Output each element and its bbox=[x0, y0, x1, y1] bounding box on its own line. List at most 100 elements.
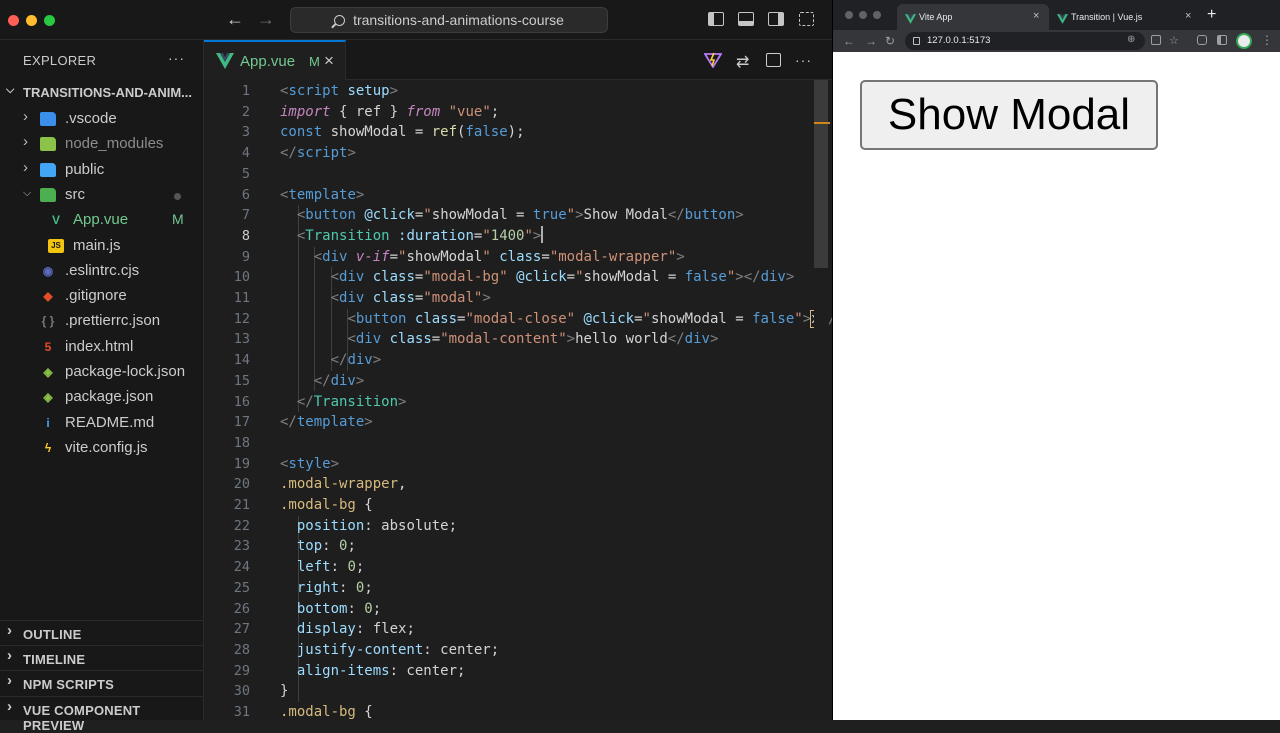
site-info-icon[interactable] bbox=[913, 37, 920, 45]
tree-item-gitignore[interactable]: ◆ .gitignore bbox=[0, 284, 204, 309]
tree-item-label: .vscode bbox=[65, 110, 117, 127]
close-tab-icon[interactable]: × bbox=[1185, 10, 1191, 22]
browser-tab-transition[interactable]: Transition | Vue.js × bbox=[1049, 4, 1199, 30]
tab-close-icon[interactable]: × bbox=[324, 51, 334, 71]
tree-item-label: public bbox=[65, 160, 105, 178]
code-line[interactable]: 7 <button @click="showModal = true">Show… bbox=[204, 205, 832, 226]
tree-item-package-json[interactable]: ◈ package.json bbox=[0, 385, 204, 410]
bookmark-star-icon[interactable]: ☆ bbox=[1169, 34, 1179, 47]
tree-item-main-js[interactable]: JS main.js bbox=[0, 234, 204, 259]
more-actions-icon[interactable]: ··· bbox=[795, 52, 812, 68]
code-line[interactable]: 25 right: 0; bbox=[204, 578, 832, 599]
minimize-window-button[interactable] bbox=[26, 15, 37, 26]
tree-item-index-html[interactable]: 5 index.html bbox=[0, 335, 204, 360]
code-line[interactable]: 9 <div v-if="showModal" class="modal-wra… bbox=[204, 247, 832, 268]
command-center[interactable]: transitions-and-animations-course bbox=[290, 7, 608, 33]
folder-modified-dot bbox=[174, 192, 181, 200]
code-line[interactable]: 13 <div class="modal-content">hello worl… bbox=[204, 329, 832, 350]
line-code: .modal-wrapper, bbox=[280, 476, 407, 493]
forward-arrow-icon[interactable]: → bbox=[257, 9, 275, 29]
extensions-icon[interactable] bbox=[1197, 35, 1207, 45]
tree-item-node-modules[interactable]: › node_modules bbox=[0, 132, 204, 157]
browser-tab-vite-app[interactable]: Vite App × bbox=[897, 4, 1049, 30]
code-line[interactable]: 2 import { ref } from "vue"; bbox=[204, 102, 832, 123]
toggle-panel-icon[interactable] bbox=[738, 12, 754, 26]
code-line[interactable]: 19 <style> bbox=[204, 454, 832, 475]
code-line[interactable]: 5 bbox=[204, 164, 832, 185]
profile-avatar[interactable] bbox=[1236, 33, 1252, 49]
code-line[interactable]: 30} bbox=[204, 681, 832, 702]
forward-arrow-icon[interactable]: → bbox=[865, 34, 877, 48]
code-line[interactable]: 29 align-items: center; bbox=[204, 661, 832, 682]
tab-modified-badge: M bbox=[309, 54, 320, 69]
code-line[interactable]: 10 <div class="modal-bg" @click="showMod… bbox=[204, 267, 832, 288]
tab-app-vue[interactable]: App.vue M × bbox=[204, 40, 346, 80]
code-line[interactable]: 31 .modal-bg { bbox=[204, 702, 832, 720]
minimize-window-button[interactable] bbox=[859, 11, 867, 19]
section-timeline[interactable]: › TIMELINE bbox=[0, 645, 204, 670]
zoom-icon[interactable]: ⊕ bbox=[1127, 34, 1135, 45]
code-line[interactable]: 17 </template> bbox=[204, 412, 832, 433]
code-line[interactable]: 15 </div> bbox=[204, 371, 832, 392]
toggle-primary-sidebar-icon[interactable] bbox=[708, 12, 724, 26]
git-file-icon: ◆ bbox=[43, 289, 53, 304]
section-outline[interactable]: › OUTLINE bbox=[0, 620, 204, 645]
code-line[interactable]: 27 display: flex; bbox=[204, 619, 832, 640]
close-window-button[interactable] bbox=[845, 11, 853, 19]
code-line[interactable]: 20 .modal-wrapper, bbox=[204, 474, 832, 495]
code-line[interactable]: 11 <div class="modal"> bbox=[204, 288, 832, 309]
compare-changes-icon[interactable]: ⇄ bbox=[736, 52, 749, 72]
code-line[interactable]: 6 <template> bbox=[204, 185, 832, 206]
code-line[interactable]: 14 </div> bbox=[204, 350, 832, 371]
code-line[interactable]: 8 <Transition :duration="1400"> bbox=[204, 225, 832, 247]
tree-item-readme-md[interactable]: i README.md bbox=[0, 411, 204, 436]
reload-icon[interactable]: ↻ bbox=[885, 34, 895, 48]
code-line[interactable]: 24 left: 0; bbox=[204, 557, 832, 578]
code-line[interactable]: 23 top: 0; bbox=[204, 536, 832, 557]
code-line[interactable]: 28 justify-content: center; bbox=[204, 640, 832, 661]
code-line[interactable]: 22 position: absolute; bbox=[204, 516, 832, 537]
tree-item-prettierrc-json[interactable]: { } .prettierrc.json bbox=[0, 309, 204, 334]
customize-layout-icon[interactable] bbox=[799, 12, 814, 26]
browser-menu-icon[interactable]: ⋮ bbox=[1261, 33, 1273, 47]
tree-item-src[interactable]: ⌵ src bbox=[0, 183, 204, 208]
tree-item-vite-config-js[interactable]: ϟ vite.config.js bbox=[0, 436, 204, 461]
code-editor[interactable]: 1 <script setup> 2 import { ref } from "vue… bbox=[204, 80, 832, 720]
split-editor-icon[interactable] bbox=[766, 53, 781, 67]
back-arrow-icon[interactable]: ← bbox=[843, 34, 855, 48]
close-tab-icon[interactable]: × bbox=[1033, 10, 1039, 22]
zoom-window-button[interactable] bbox=[873, 11, 881, 19]
vue-icon bbox=[1057, 11, 1068, 29]
section-vue-component-preview[interactable]: › VUE COMPONENT PREVIEW bbox=[0, 695, 204, 733]
line-number: 6 bbox=[241, 186, 250, 203]
tree-item-app-vue[interactable]: V App.vue M bbox=[0, 208, 204, 233]
tree-item-public[interactable]: › public bbox=[0, 158, 204, 183]
back-arrow-icon[interactable]: ← bbox=[226, 9, 244, 29]
more-actions-icon[interactable]: ··· bbox=[168, 50, 185, 66]
code-line[interactable]: 4 </script> bbox=[204, 143, 832, 164]
address-bar[interactable]: 127.0.0.1:5173 bbox=[905, 32, 1145, 50]
tab-title: App.vue bbox=[240, 53, 296, 70]
zoom-window-button[interactable] bbox=[44, 15, 55, 26]
code-line[interactable]: 12 <button class="modal-close" @click="s… bbox=[204, 309, 832, 330]
share-icon[interactable] bbox=[1151, 35, 1161, 45]
tree-item-eslintrc-cjs[interactable]: ◉ .eslintrc.cjs bbox=[0, 259, 204, 284]
code-line[interactable]: 21 .modal-bg { bbox=[204, 495, 832, 516]
side-panel-icon[interactable] bbox=[1217, 35, 1227, 45]
toggle-secondary-sidebar-icon[interactable] bbox=[768, 12, 784, 26]
editor-scroll-thumb[interactable] bbox=[814, 80, 828, 268]
new-tab-button[interactable]: + bbox=[1207, 6, 1216, 24]
code-line[interactable]: 16 </Transition> bbox=[204, 392, 832, 413]
code-line[interactable]: 1 <script setup> bbox=[204, 81, 832, 102]
show-modal-button[interactable]: Show Modal bbox=[860, 80, 1158, 150]
code-line[interactable]: 26 bottom: 0; bbox=[204, 599, 832, 620]
root-folder[interactable]: ⌵ TRANSITIONS-AND-ANIM... bbox=[0, 82, 204, 104]
tree-item-vscode[interactable]: › .vscode bbox=[0, 107, 204, 132]
section-label: OUTLINE bbox=[23, 627, 82, 642]
tree-item-package-lock-json[interactable]: ◈ package-lock.json bbox=[0, 360, 204, 385]
code-line[interactable]: 18 bbox=[204, 433, 832, 454]
section-npm-scripts[interactable]: › NPM SCRIPTS bbox=[0, 670, 204, 695]
code-line[interactable]: 3 const showModal = ref(false); bbox=[204, 122, 832, 143]
vite-icon[interactable] bbox=[703, 52, 723, 71]
close-window-button[interactable] bbox=[8, 15, 19, 26]
